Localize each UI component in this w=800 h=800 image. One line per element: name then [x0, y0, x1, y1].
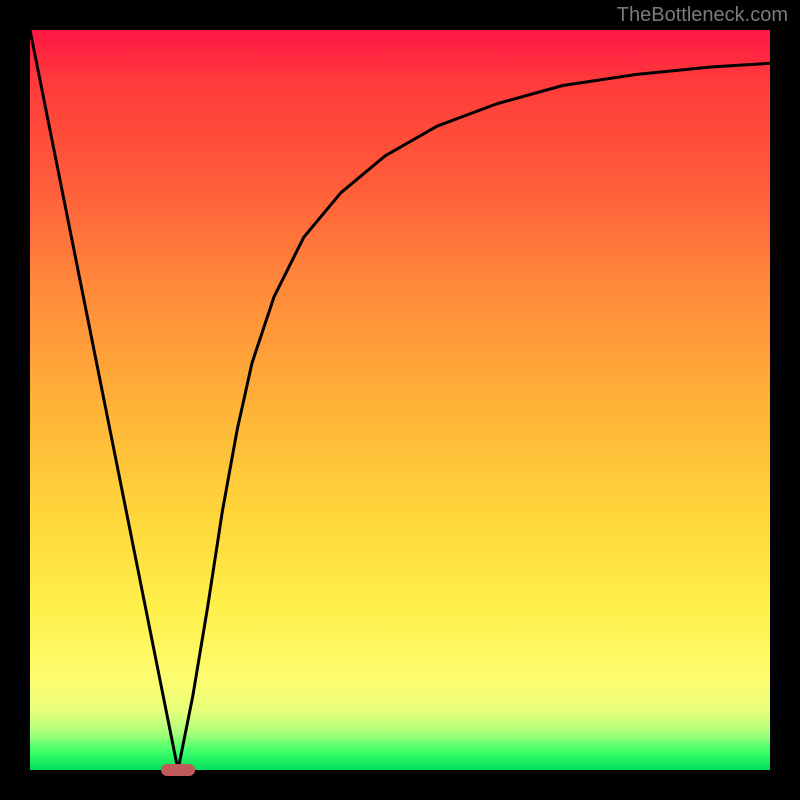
plot-area: [30, 30, 770, 770]
chart-frame: TheBottleneck.com: [0, 0, 800, 800]
watermark-text: TheBottleneck.com: [617, 4, 788, 27]
optimal-marker: [161, 764, 195, 776]
curve-path: [30, 30, 770, 770]
bottleneck-curve: [30, 30, 770, 770]
